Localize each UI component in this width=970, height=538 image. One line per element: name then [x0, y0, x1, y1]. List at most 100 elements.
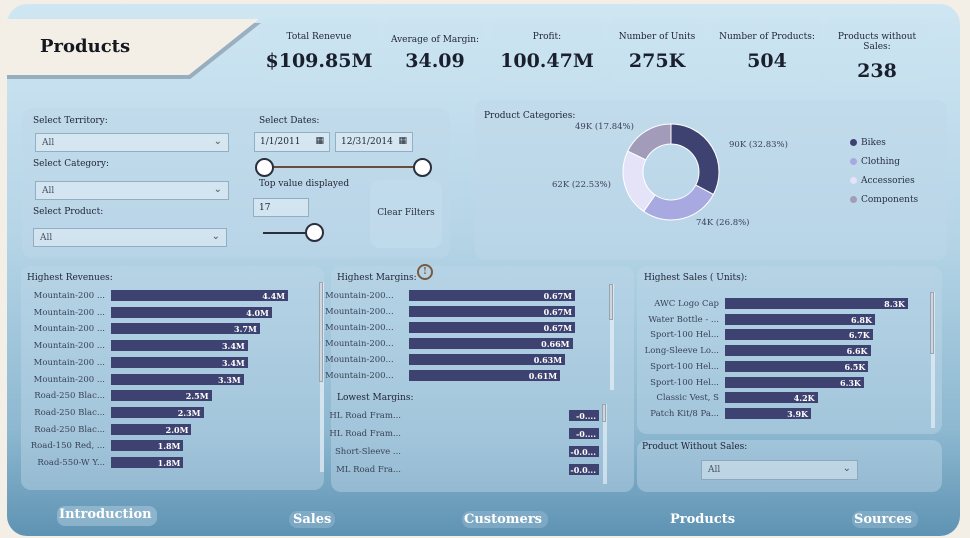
- bar-category-label: Sport-100 Hel...: [650, 361, 719, 372]
- bar-value-label: 4.2K: [793, 393, 815, 404]
- bar-value-label: 2.3M: [177, 407, 201, 418]
- bar-category-label: AWC Logo Cap: [654, 299, 719, 309]
- bar-category-label: Road-550-W Y...: [37, 458, 105, 468]
- bar-value-label: 6.7K: [848, 330, 870, 341]
- clear-filters-button[interactable]: Clear Filters: [370, 180, 442, 248]
- nav-products[interactable]: Products: [670, 512, 735, 527]
- product-dropdown[interactable]: All ⌄: [33, 228, 227, 247]
- slice-label-components: 49K (17.84%): [575, 122, 634, 132]
- info-icon[interactable]: !: [417, 264, 433, 280]
- calendar-icon[interactable]: ▦: [398, 136, 407, 146]
- bar-value-label: 0.67M: [543, 323, 572, 333]
- bar-category-label: Road-250 Blac...: [34, 407, 105, 418]
- date-range-end-handle[interactable]: [413, 158, 432, 177]
- top-value-input[interactable]: 17: [253, 198, 309, 217]
- chevron-down-icon: ⌄: [842, 463, 851, 474]
- bar-category-label: HL Road Fram...: [329, 411, 401, 421]
- calendar-icon[interactable]: ▦: [315, 136, 324, 146]
- scroll-thumb[interactable]: [609, 284, 613, 320]
- revenues-scrollbar[interactable]: [319, 282, 324, 472]
- top-value-handle[interactable]: [305, 223, 324, 242]
- kpi-label: Profit:: [532, 32, 562, 42]
- slice-label-accessories: 62K (22.53%): [552, 180, 611, 190]
- bar-value-label: -0.0...: [570, 465, 596, 475]
- kpi-value: 100.47M: [500, 50, 594, 72]
- territory-dropdown[interactable]: All ⌄: [35, 133, 229, 152]
- product-without-sales-title: Product Without Sales:: [642, 442, 748, 452]
- kpi-value: $109.85M: [265, 50, 373, 72]
- bar-value-label: 8.3K: [884, 299, 905, 309]
- kpi-products-without-sales: Products without Sales: 238: [825, 18, 929, 82]
- donut-slice-bikes[interactable]: [670, 123, 720, 196]
- bar-value-label: 3.9K: [787, 408, 808, 419]
- highest-revenues-title: Highest Revenues:: [27, 273, 113, 283]
- bar-category-label: Mountain-200...: [325, 371, 394, 381]
- product-without-sales-dropdown[interactable]: All ⌄: [701, 460, 858, 480]
- category-dropdown[interactable]: All ⌄: [35, 181, 229, 200]
- product-value: All: [40, 233, 53, 243]
- scroll-thumb[interactable]: [319, 282, 323, 382]
- legend-label: Clothing: [861, 157, 901, 167]
- bar-value-label: 3.4M: [221, 357, 245, 368]
- margins-scrollbar[interactable]: [609, 284, 614, 390]
- page-title: Products: [40, 36, 131, 57]
- bar-value-label: 6.5K: [844, 361, 866, 372]
- top-value-text: 17: [259, 203, 271, 213]
- legend-bikes[interactable]: Bikes: [850, 138, 886, 148]
- chevron-down-icon: ⌄: [213, 136, 222, 147]
- bar-category-label: Mountain-200...: [325, 355, 394, 365]
- scroll-thumb[interactable]: [602, 404, 606, 422]
- bar-category-label: Mountain-200 ...: [33, 357, 105, 368]
- nav-introduction[interactable]: Introduction: [59, 507, 152, 522]
- highest-margins-title: Highest Margins:: [337, 273, 417, 283]
- kpi-value: 275K: [628, 50, 686, 72]
- legend-dot: [850, 158, 857, 165]
- bar-category-label: Short-Sleeve ...: [334, 447, 401, 457]
- kpi-label: Number of Units: [618, 32, 696, 42]
- legend-accessories[interactable]: Accessories: [850, 176, 915, 186]
- lowest-margins-title: Lowest Margins:: [337, 393, 414, 403]
- kpi-average-margin: Average of Margin: 34.09: [385, 18, 485, 82]
- bar-category-label: Sport-100 Hel...: [650, 377, 719, 388]
- nav-customers[interactable]: Customers: [464, 512, 542, 527]
- bar-category-label: HL Road Fram...: [329, 429, 401, 439]
- donut-slice-clothing[interactable]: [642, 184, 715, 221]
- bar-category-label: Mountain-200...: [325, 323, 394, 333]
- start-date-input[interactable]: 1/1/2011 ▦: [254, 132, 330, 152]
- kpi-profit: Profit: 100.47M: [492, 18, 602, 82]
- bar-category-label: Patch Kit/8 Pa...: [650, 408, 719, 419]
- bar-value-label: 2.0M: [165, 424, 189, 435]
- donut-slice-accessories[interactable]: [622, 150, 656, 213]
- legend-dot: [850, 139, 857, 146]
- date-range-start-handle[interactable]: [255, 158, 274, 177]
- bar-value-label: 1.8M: [157, 441, 181, 452]
- bar-category-label: Road-250 Blac...: [34, 391, 105, 402]
- kpi-number-of-products: Number of Products: 504: [712, 18, 822, 82]
- end-date-input[interactable]: 12/31/2014 ▦: [335, 132, 413, 152]
- bar-value-label: 0.67M: [543, 307, 572, 317]
- legend-components[interactable]: Components: [850, 195, 918, 205]
- bar-category-label: ML Road Fra...: [336, 465, 401, 475]
- product-label: Select Product:: [33, 207, 104, 217]
- sales-scrollbar[interactable]: [930, 292, 935, 428]
- bar-value-label: 4.0M: [246, 307, 269, 318]
- category-label: Select Category:: [33, 159, 110, 169]
- nav-sources[interactable]: Sources: [854, 512, 912, 527]
- bar-value-label: -0....: [575, 429, 596, 439]
- bar-value-label: 3.4M: [221, 341, 245, 352]
- bar-category-label: Mountain-200...: [325, 291, 394, 301]
- scroll-thumb[interactable]: [930, 292, 934, 354]
- lowest-margins-scrollbar[interactable]: [602, 404, 607, 484]
- legend-dot: [850, 177, 857, 184]
- legend-label: Bikes: [861, 138, 886, 148]
- kpi-label: Total Renevue: [286, 32, 352, 42]
- bar-category-label: Sport-100 Hel...: [650, 330, 719, 341]
- bar-category-label: Mountain-200 ...: [33, 324, 105, 335]
- donut-slice-components[interactable]: [627, 123, 672, 161]
- bar-value-label: -0.0...: [570, 447, 596, 457]
- product-categories-title: Product Categories:: [484, 111, 576, 121]
- bar-value-label: 0.63M: [533, 355, 563, 365]
- nav-sales[interactable]: Sales: [293, 512, 331, 527]
- legend-clothing[interactable]: Clothing: [850, 157, 900, 167]
- bar-category-label: Water Bottle - ...: [648, 314, 719, 325]
